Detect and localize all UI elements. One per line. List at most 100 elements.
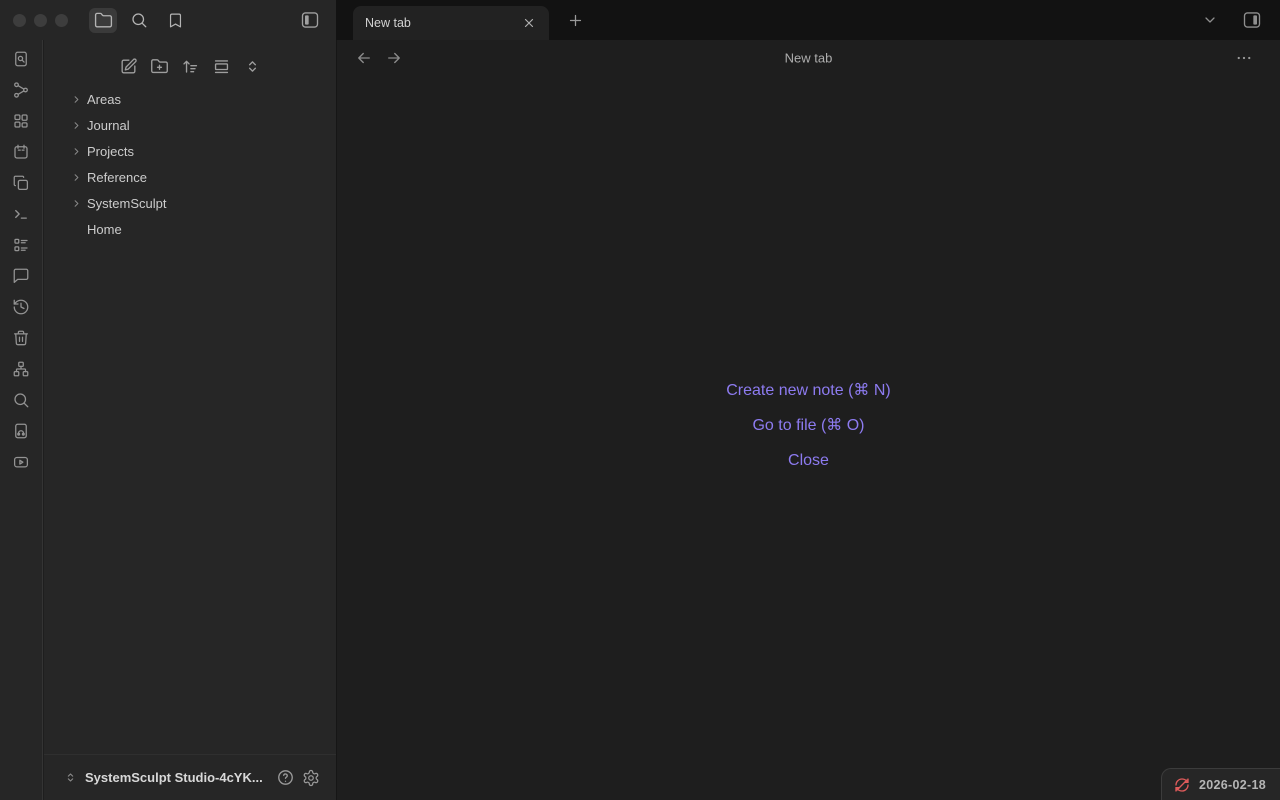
tree-folder-areas[interactable]: Areas [53, 86, 328, 112]
vault-switcher[interactable]: SystemSculpt Studio-4cYK... [44, 754, 336, 800]
file-explorer: Areas Journal Projects Reference SystemS… [44, 40, 336, 800]
ribbon-audio-file-button[interactable] [8, 419, 34, 443]
panel-left-toggle-icon [300, 10, 320, 30]
search-icon [12, 391, 30, 409]
search-icon [130, 11, 148, 29]
ribbon-network-button[interactable] [8, 357, 34, 381]
ribbon-list-details-button[interactable] [8, 233, 34, 257]
file-search-icon [12, 50, 30, 68]
new-note-icon [119, 57, 138, 76]
ribbon-chat-button[interactable] [8, 264, 34, 288]
panel-right-toggle-icon [1242, 10, 1262, 30]
chevron-right-icon[interactable] [70, 171, 82, 183]
new-folder-button[interactable] [146, 53, 172, 79]
message-square-icon [12, 267, 30, 285]
list-details-icon [12, 236, 30, 254]
help-circle-icon [276, 768, 295, 787]
reveal-file-icon [212, 57, 231, 76]
copy-files-icon [12, 174, 30, 192]
share-graph-icon [12, 81, 30, 99]
folder-label: SystemSculpt [87, 196, 166, 211]
empty-state: Create new note (⌘ N) Go to file (⌘ O) C… [337, 64, 1280, 788]
ribbon-calendar-button[interactable] [8, 140, 34, 164]
vault-name: SystemSculpt Studio-4cYK... [85, 770, 272, 785]
sort-order-icon [181, 57, 200, 76]
bookmark-icon [167, 12, 184, 29]
tree-folder-reference[interactable]: Reference [53, 164, 328, 190]
tab-title: New tab [365, 16, 411, 30]
close-link[interactable]: Close [788, 450, 829, 472]
files-tab-button[interactable] [89, 8, 117, 33]
tree-folder-projects[interactable]: Projects [53, 138, 328, 164]
panel-left-area [296, 8, 324, 33]
tree-file-home[interactable]: Home [53, 216, 328, 242]
chevrons-up-down-icon [64, 771, 77, 784]
close-icon [522, 16, 536, 30]
ribbon-file-search-button[interactable] [8, 47, 34, 71]
ribbon-trash-button[interactable] [8, 326, 34, 350]
expand-collapse-icon [244, 58, 261, 75]
create-new-note-link[interactable]: Create new note (⌘ N) [726, 380, 891, 402]
trash-icon [12, 329, 30, 347]
history-icon [12, 298, 30, 316]
settings-gear-icon [302, 769, 320, 787]
status-bar: 2026-02-18 [1161, 768, 1280, 800]
titlebar-left [0, 0, 336, 40]
file-label: Home [87, 222, 122, 237]
calendar-icon [12, 143, 30, 161]
toggle-left-sidebar-button[interactable] [296, 8, 324, 33]
ribbon-history-button[interactable] [8, 295, 34, 319]
chevron-right-icon[interactable] [70, 93, 82, 105]
ribbon [0, 40, 43, 800]
ribbon-terminal-button[interactable] [8, 202, 34, 226]
network-icon [12, 360, 30, 378]
file-audio-icon [12, 422, 30, 440]
ribbon-copy-button[interactable] [8, 171, 34, 195]
help-button[interactable] [272, 765, 298, 791]
folder-icon [94, 11, 113, 30]
sync-off-button[interactable] [1174, 777, 1190, 793]
bookmarks-tab-button[interactable] [161, 8, 189, 33]
main-pane: New tab Create new note (⌘ N) Go to file… [336, 40, 1280, 800]
chevron-right-icon[interactable] [70, 145, 82, 157]
layout-dashboard-icon [12, 112, 30, 130]
explorer-toolbar [44, 48, 336, 84]
tab-new-tab[interactable]: New tab [353, 6, 549, 40]
folder-label: Reference [87, 170, 147, 185]
chevron-right-icon[interactable] [70, 197, 82, 209]
tab-list-button[interactable] [1196, 8, 1224, 33]
file-tree: Areas Journal Projects Reference SystemS… [44, 84, 336, 754]
ribbon-video-button[interactable] [8, 450, 34, 474]
toggle-right-sidebar-button[interactable] [1238, 8, 1266, 33]
close-tab-button[interactable] [519, 13, 539, 33]
chevron-spacer [70, 223, 82, 235]
folder-label: Journal [87, 118, 130, 133]
new-folder-icon [150, 57, 169, 76]
folder-label: Areas [87, 92, 121, 107]
plus-icon [567, 12, 584, 29]
settings-button[interactable] [298, 765, 324, 791]
sort-order-button[interactable] [177, 53, 203, 79]
obsidian-window: New tab [0, 0, 1280, 800]
search-tab-button[interactable] [125, 8, 153, 33]
traffic-lights [13, 14, 68, 27]
close-window-button[interactable] [13, 14, 26, 27]
status-date: 2026-02-18 [1199, 778, 1266, 792]
ribbon-share-graph-button[interactable] [8, 78, 34, 102]
tree-folder-systemsculpt[interactable]: SystemSculpt [53, 190, 328, 216]
new-note-button[interactable] [115, 53, 141, 79]
tree-folder-journal[interactable]: Journal [53, 112, 328, 138]
chevron-right-icon[interactable] [70, 119, 82, 131]
zoom-window-button[interactable] [55, 14, 68, 27]
expand-collapse-button[interactable] [239, 53, 265, 79]
new-tab-button[interactable] [562, 7, 588, 33]
reveal-file-button[interactable] [208, 53, 234, 79]
minimize-window-button[interactable] [34, 14, 47, 27]
sync-off-icon [1174, 777, 1190, 793]
sidebar-tab-icons [89, 8, 189, 33]
go-to-file-link[interactable]: Go to file (⌘ O) [752, 415, 864, 437]
tab-strip: New tab [336, 0, 1280, 40]
ribbon-dashboard-button[interactable] [8, 109, 34, 133]
tabbar-right-controls [1196, 8, 1266, 33]
ribbon-search-button[interactable] [8, 388, 34, 412]
